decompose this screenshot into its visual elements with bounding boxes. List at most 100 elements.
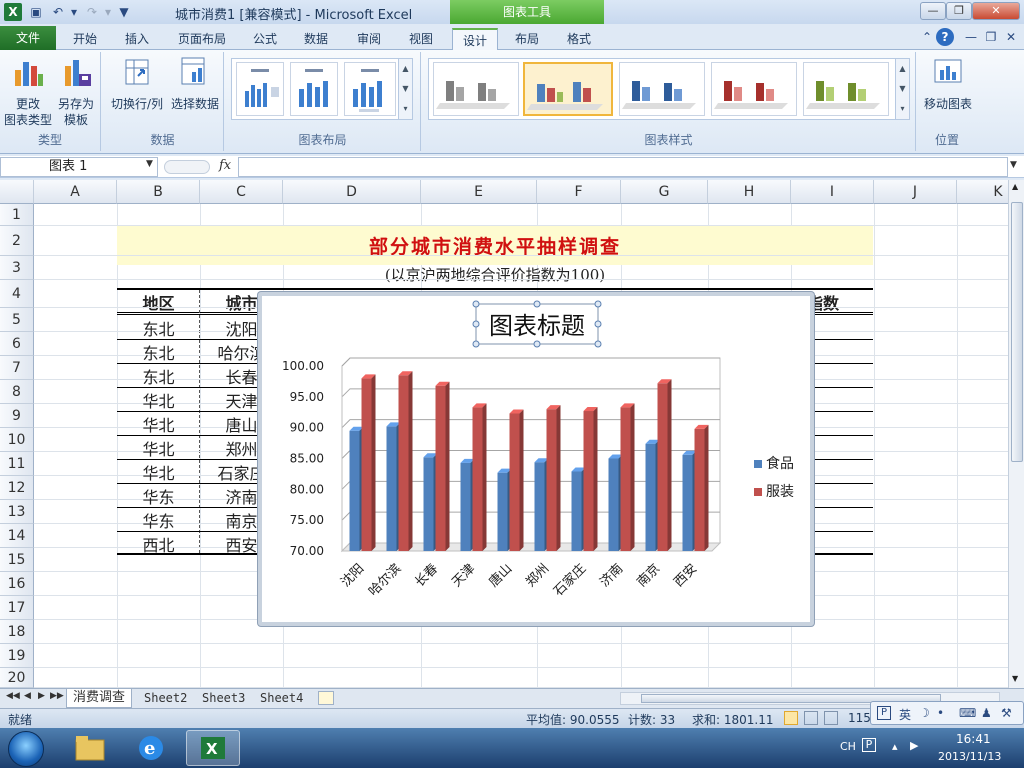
bar-clothing[interactable] bbox=[361, 378, 372, 551]
bar-clothing[interactable] bbox=[509, 413, 520, 551]
bar-clothing[interactable] bbox=[620, 407, 631, 551]
title-handle[interactable] bbox=[472, 320, 480, 328]
bar-clothing[interactable] bbox=[398, 375, 409, 551]
row-header-6[interactable]: 6 bbox=[0, 332, 34, 356]
save-icon[interactable]: ▣ bbox=[28, 4, 44, 20]
col-header-a[interactable]: A bbox=[34, 180, 117, 204]
bar-clothing[interactable] bbox=[694, 428, 705, 551]
doc-minimize-icon[interactable]: — bbox=[962, 28, 980, 46]
col-header-c[interactable]: C bbox=[200, 180, 283, 204]
start-button-icon[interactable] bbox=[8, 731, 44, 767]
row-header-2[interactable]: 2 bbox=[0, 226, 34, 256]
title-handle[interactable] bbox=[594, 340, 602, 348]
chart-title[interactable]: 图表标题 bbox=[489, 312, 585, 340]
sheet-tab-4[interactable]: Sheet4 bbox=[254, 689, 309, 708]
row-header-3[interactable]: 3 bbox=[0, 256, 34, 280]
tab-view[interactable]: 视图 bbox=[398, 28, 444, 50]
style-gallery-scroll[interactable]: ▲ ▼ ▾ bbox=[895, 59, 909, 119]
title-handle[interactable] bbox=[533, 340, 541, 348]
row-header-12[interactable]: 12 bbox=[0, 476, 34, 500]
customize-qat-icon[interactable]: ▼ bbox=[116, 4, 132, 20]
chart-style-blue[interactable] bbox=[619, 62, 705, 116]
col-header-j[interactable]: J bbox=[874, 180, 957, 204]
tray-ime-icon[interactable]: P bbox=[862, 738, 876, 752]
legend-label[interactable]: 服装 bbox=[766, 484, 794, 500]
col-header-h[interactable]: H bbox=[708, 180, 791, 204]
undo-dropdown-icon[interactable]: ▾ bbox=[66, 4, 82, 20]
bar-food[interactable] bbox=[571, 471, 582, 551]
cell-region[interactable]: 华东 bbox=[117, 508, 200, 532]
bar-food[interactable] bbox=[460, 462, 471, 551]
row-header-4[interactable]: 4 bbox=[0, 280, 34, 308]
row-header-20[interactable]: 20 bbox=[0, 668, 34, 688]
chart-style-gray[interactable] bbox=[433, 62, 519, 116]
scroll-down-icon[interactable]: ▼ bbox=[1012, 674, 1018, 683]
last-sheet-icon[interactable]: ▶▶ bbox=[50, 691, 64, 701]
row-header-14[interactable]: 14 bbox=[0, 524, 34, 548]
zoom-level[interactable]: 115 bbox=[848, 711, 871, 725]
bar-food[interactable] bbox=[682, 454, 693, 551]
switch-row-column-button[interactable]: 切换行/列 bbox=[106, 56, 168, 112]
page-break-view-icon[interactable] bbox=[824, 711, 838, 725]
bar-food[interactable] bbox=[497, 472, 508, 551]
row-header-17[interactable]: 17 bbox=[0, 596, 34, 620]
bar-food[interactable] bbox=[608, 458, 619, 552]
col-header-f[interactable]: F bbox=[537, 180, 621, 204]
row-header-8[interactable]: 8 bbox=[0, 380, 34, 404]
row-header-16[interactable]: 16 bbox=[0, 572, 34, 596]
move-chart-button[interactable]: 移动图表 bbox=[919, 56, 977, 112]
ie-taskbar-icon[interactable]: e bbox=[124, 730, 178, 766]
tray-volume-icon[interactable]: ▶ bbox=[910, 739, 918, 752]
cell-region[interactable]: 东北 bbox=[117, 340, 200, 364]
tab-design[interactable]: 设计 bbox=[452, 28, 498, 51]
bar-food[interactable] bbox=[386, 426, 397, 551]
row-header-5[interactable]: 5 bbox=[0, 308, 34, 332]
legend-label[interactable]: 食品 bbox=[766, 455, 794, 472]
doc-restore-icon[interactable]: ❐ bbox=[982, 28, 1000, 46]
cell-region[interactable]: 华北 bbox=[117, 412, 200, 436]
name-box-dropdown-icon[interactable]: ▼ bbox=[146, 159, 153, 169]
ime-moon-icon[interactable]: ☽ bbox=[919, 706, 930, 720]
select-all-corner[interactable] bbox=[0, 180, 34, 204]
tab-insert[interactable]: 插入 bbox=[114, 28, 160, 50]
bar-food[interactable] bbox=[423, 457, 434, 551]
scroll-up-icon[interactable]: ▲ bbox=[1012, 182, 1018, 191]
cell-region[interactable]: 西北 bbox=[117, 532, 200, 556]
col-header-i[interactable]: I bbox=[791, 180, 874, 204]
chart-layout-2[interactable] bbox=[290, 62, 338, 116]
cell-region[interactable]: 华北 bbox=[117, 460, 200, 484]
sheet-tab-2[interactable]: Sheet2 bbox=[138, 689, 193, 708]
bar-food[interactable] bbox=[349, 430, 360, 551]
tab-data[interactable]: 数据 bbox=[294, 28, 338, 50]
row-header-7[interactable]: 7 bbox=[0, 356, 34, 380]
tab-review[interactable]: 审阅 bbox=[346, 28, 392, 50]
col-header-g[interactable]: G bbox=[621, 180, 708, 204]
ime-language[interactable]: 英 bbox=[899, 706, 911, 723]
help-icon[interactable]: ? bbox=[936, 28, 954, 46]
select-data-button[interactable]: 选择数据 bbox=[168, 56, 222, 112]
normal-view-icon[interactable] bbox=[784, 711, 798, 725]
chart-style-red[interactable] bbox=[711, 62, 797, 116]
ime-settings-icon[interactable]: ⚒ bbox=[1001, 706, 1012, 720]
tab-format[interactable]: 格式 bbox=[556, 28, 602, 50]
row-header-11[interactable]: 11 bbox=[0, 452, 34, 476]
chart-layout-3[interactable] bbox=[344, 62, 396, 116]
bar-clothing[interactable] bbox=[435, 385, 446, 551]
title-handle[interactable] bbox=[533, 300, 541, 308]
bar-food[interactable] bbox=[534, 462, 545, 551]
vertical-scrollbar[interactable]: ▲ ▼ bbox=[1008, 180, 1024, 688]
bar-clothing[interactable] bbox=[657, 383, 668, 551]
save-as-template-button[interactable]: 另存为 模板 bbox=[54, 56, 98, 128]
formula-bar-resize-handle[interactable] bbox=[164, 160, 210, 174]
row-header-15[interactable]: 15 bbox=[0, 548, 34, 572]
tab-layout[interactable]: 布局 bbox=[504, 28, 550, 50]
undo-icon[interactable]: ↶ bbox=[50, 4, 66, 20]
collapse-ribbon-icon[interactable]: ⌃ bbox=[918, 28, 936, 46]
redo-icon[interactable]: ↷ bbox=[84, 4, 100, 20]
layout-gallery-scroll[interactable]: ▲ ▼ ▾ bbox=[398, 59, 412, 119]
cell-region[interactable]: 华北 bbox=[117, 436, 200, 460]
cell-region[interactable]: 华北 bbox=[117, 388, 200, 412]
bar-clothing[interactable] bbox=[583, 411, 594, 551]
restore-button[interactable]: ❐ bbox=[946, 2, 972, 20]
chart-style-colorful[interactable] bbox=[523, 62, 613, 116]
